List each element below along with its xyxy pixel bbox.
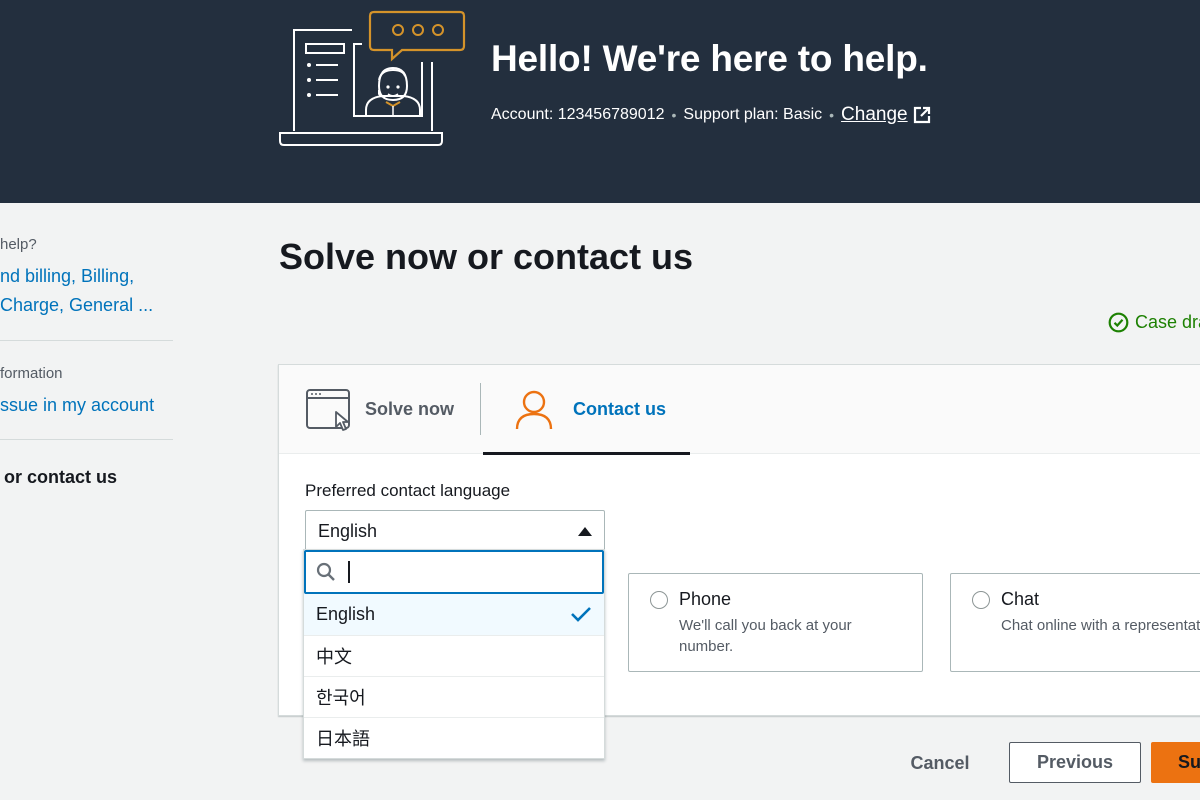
sidebar-divider <box>0 340 173 341</box>
external-link-icon <box>913 106 930 124</box>
step-link-1-line2[interactable]: Charge, General ... <box>0 291 153 320</box>
cancel-button[interactable]: Cancel <box>898 742 982 784</box>
chat-option-title: Chat <box>1001 589 1040 609</box>
language-dropdown: English 中文 한국어 日本語 <box>303 549 605 759</box>
change-plan-label: Change <box>841 104 908 125</box>
language-option-label: 日本語 <box>316 729 370 749</box>
search-icon <box>316 562 335 581</box>
step-label-1: help? <box>0 236 37 253</box>
contact-option-chat[interactable]: Chat Chat online with a representative. <box>950 573 1200 672</box>
language-search-input[interactable] <box>304 550 604 594</box>
step-label-2: formation <box>0 365 63 382</box>
previous-button[interactable]: Previous <box>1009 742 1141 783</box>
hero-title: Hello! We're here to help. <box>491 38 928 79</box>
tab-solve-now[interactable]: Solve now <box>305 365 480 454</box>
separator: • <box>671 107 677 123</box>
language-option-english[interactable]: English <box>304 594 604 635</box>
chat-option-description: Chat online with a representative. <box>1001 617 1200 634</box>
active-tab-indicator <box>483 452 690 455</box>
phone-option-title: Phone <box>679 589 732 609</box>
person-icon <box>515 390 553 429</box>
hero-banner: Hello! We're here to help. Account: 1234… <box>0 0 1200 203</box>
tab-divider <box>480 383 481 435</box>
account-info: Account: 123456789012 • Support plan: Ba… <box>491 104 931 126</box>
support-plan: Support plan: Basic <box>683 106 823 123</box>
tab-contact-us[interactable]: Contact us <box>483 365 690 455</box>
language-option-japanese[interactable]: 日本語 <box>304 717 604 758</box>
language-option-chinese[interactable]: 中文 <box>304 635 604 676</box>
language-select-value: English <box>318 520 378 541</box>
language-option-label: English <box>316 604 376 624</box>
step-current: or contact us <box>4 467 118 487</box>
separator: • <box>829 107 835 123</box>
step-link-1[interactable]: nd billing, Billing, <box>0 262 134 291</box>
language-option-label: 한국어 <box>316 688 366 708</box>
language-field-label: Preferred contact language <box>305 481 511 500</box>
tab-contact-us-label: Contact us <box>573 399 667 419</box>
text-cursor <box>348 561 350 583</box>
support-agent-illustration <box>279 10 466 146</box>
change-plan-link[interactable]: Change <box>841 104 931 126</box>
phone-radio[interactable] <box>650 591 668 609</box>
phone-option-description: We'll call you back at your number. <box>679 617 852 655</box>
language-option-korean[interactable]: 한국어 <box>304 676 604 717</box>
case-draft-label: Case dra <box>1135 312 1200 332</box>
account-id: Account: 123456789012 <box>491 106 665 123</box>
contact-option-phone[interactable]: Phone We'll call you back at your number… <box>628 573 923 672</box>
sidebar-divider <box>0 439 173 440</box>
caret-up-icon <box>578 526 592 536</box>
language-select[interactable]: English <box>305 510 605 552</box>
page-title: Solve now or contact us <box>279 236 694 277</box>
browser-cursor-icon <box>306 388 350 431</box>
step-link-2[interactable]: ssue in my account <box>0 391 154 420</box>
submit-button[interactable]: Su <box>1151 742 1200 783</box>
tab-bar: Solve now Contact us <box>279 365 1200 455</box>
checkmark-icon <box>571 607 591 622</box>
check-circle-icon <box>1108 312 1129 333</box>
chat-radio[interactable] <box>972 591 990 609</box>
tab-solve-now-label: Solve now <box>365 399 455 419</box>
case-draft-status: Case dra <box>1108 312 1200 333</box>
language-option-label: 中文 <box>316 647 352 667</box>
